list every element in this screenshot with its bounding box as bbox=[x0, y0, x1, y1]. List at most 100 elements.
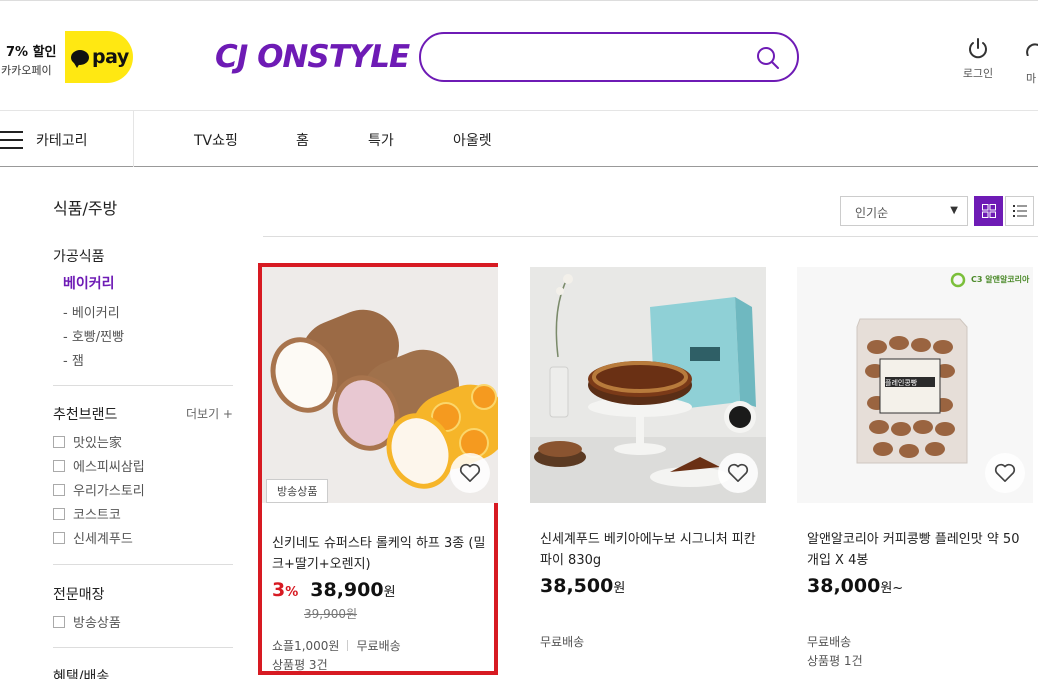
sidebar-sub-hoppang[interactable]: - 호빵/찐빵 bbox=[63, 326, 124, 345]
search-input[interactable] bbox=[441, 44, 741, 70]
brand-checkbox[interactable]: 맛있는家 bbox=[53, 432, 122, 451]
grid-icon bbox=[981, 204, 996, 218]
sidebar-divider bbox=[53, 385, 233, 386]
sidebar-group[interactable]: 가공식품 bbox=[53, 246, 105, 266]
product-image[interactable]: C3 알앤알코리아 플레인콩빵 bbox=[797, 267, 1033, 503]
sidebar-sub-bakery[interactable]: - 베이커리 bbox=[63, 302, 120, 321]
brand-label: 신세계푸드 bbox=[73, 532, 133, 547]
checkbox-icon[interactable] bbox=[53, 435, 65, 448]
wishlist-button[interactable] bbox=[450, 453, 490, 493]
wishlist-button[interactable] bbox=[985, 453, 1025, 493]
discount-unit: % bbox=[285, 585, 299, 600]
price-row: 38,000 원~ bbox=[807, 575, 903, 597]
list-icon bbox=[1012, 205, 1027, 217]
site-header: 7% 할인 카카오페이 pay CJ ONSTYLE 로그인 마 bbox=[0, 0, 1038, 110]
brand-checkbox[interactable]: 신세계푸드 bbox=[53, 528, 133, 547]
nav-item-deals[interactable]: 특가 bbox=[368, 130, 394, 150]
brand-label: 코스트코 bbox=[73, 508, 121, 523]
login-button[interactable]: 로그인 bbox=[958, 37, 998, 81]
shipping-label: 무료배송 bbox=[807, 635, 852, 649]
benefit-title: 혜택/배송 bbox=[53, 669, 110, 679]
review-count[interactable]: 상품평 3건 bbox=[272, 656, 328, 673]
product-image[interactable] bbox=[530, 267, 766, 503]
currency-unit: 원~ bbox=[880, 581, 904, 596]
product-card[interactable]: 방송상품 신키네도 슈퍼스타 롤케익 하프 3종 (밀크+딸기+오렌지) 3% … bbox=[258, 263, 498, 675]
sidebar-active-category[interactable]: 베이커리 bbox=[63, 273, 115, 293]
discount-rate: 3% bbox=[272, 579, 298, 601]
shipping-label: 무료배송 bbox=[540, 635, 585, 649]
sidebar-divider bbox=[53, 564, 233, 565]
brand-more-link[interactable]: 더보기 + bbox=[186, 405, 233, 422]
heart-icon bbox=[994, 463, 1016, 482]
checkbox-icon[interactable] bbox=[53, 531, 65, 544]
brand-checkbox[interactable]: 코스트코 bbox=[53, 504, 121, 523]
category-button[interactable]: 카테고리 bbox=[36, 130, 88, 150]
product-image[interactable]: 방송상품 bbox=[262, 267, 498, 503]
power-icon bbox=[969, 38, 987, 59]
broadcast-badge: 방송상품 bbox=[266, 479, 329, 503]
brand-label: 우리가스토리 bbox=[73, 484, 145, 499]
kakao-bubble-icon bbox=[71, 49, 89, 68]
brand-label: 에스피씨삼립 bbox=[73, 460, 145, 475]
main-nav: 카테고리 TV쇼핑 홈 특가 아울렛 bbox=[0, 110, 1038, 167]
checkbox-icon[interactable] bbox=[53, 483, 65, 496]
points-label: 쇼플1,000원 bbox=[272, 639, 340, 653]
product-card[interactable]: C3 알앤알코리아 플레인콩빵 알앤알코리아 커피콩빵 플레인맛 약 50개입 … bbox=[797, 267, 1037, 679]
checkbox-icon[interactable] bbox=[53, 507, 65, 520]
wishlist-button[interactable] bbox=[718, 453, 758, 493]
price-row: 38,500 원 bbox=[540, 575, 625, 597]
discount-value: 3 bbox=[272, 579, 286, 601]
original-price: 39,900원 bbox=[304, 607, 358, 621]
sale-price: 38,500 bbox=[540, 575, 614, 597]
list-view-button[interactable] bbox=[1005, 196, 1034, 226]
sidebar-sub-jam[interactable]: - 잼 bbox=[63, 350, 84, 369]
price-row: 3% 38,900 원 bbox=[272, 579, 396, 601]
package-label: 플레인콩빵 bbox=[885, 379, 918, 387]
brand-checkbox[interactable]: 에스피씨삼립 bbox=[53, 456, 145, 475]
mypage-label: 마 bbox=[1026, 72, 1037, 85]
nav-item-tv-shopping[interactable]: TV쇼핑 bbox=[194, 130, 238, 150]
toolbar-divider bbox=[263, 236, 1038, 237]
user-icon bbox=[1026, 43, 1038, 57]
mypage-button[interactable]: 마 bbox=[1026, 41, 1038, 86]
sale-price: 38,000 bbox=[807, 575, 881, 597]
special-label: 방송상품 bbox=[73, 616, 121, 631]
nav-item-outlet[interactable]: 아울렛 bbox=[453, 130, 492, 150]
sale-price: 38,900 bbox=[310, 579, 384, 601]
checkbox-icon[interactable] bbox=[53, 615, 65, 628]
login-label: 로그인 bbox=[962, 67, 994, 80]
product-meta: 무료배송 bbox=[807, 633, 851, 650]
sidebar-divider bbox=[53, 647, 233, 648]
site-logo[interactable]: CJ ONSTYLE bbox=[215, 39, 410, 75]
kakao-pay-text: pay bbox=[92, 46, 129, 68]
heart-icon bbox=[459, 463, 481, 482]
heart-icon bbox=[727, 463, 749, 482]
kakao-pay-badge[interactable]: pay bbox=[65, 31, 133, 83]
search-bar[interactable] bbox=[419, 32, 799, 82]
sort-select[interactable]: 인기순 ▼ bbox=[840, 196, 968, 226]
nav-item-home[interactable]: 홈 bbox=[296, 130, 309, 150]
chevron-down-icon: ▼ bbox=[950, 205, 958, 216]
product-name[interactable]: 신세계푸드 베키아에누보 시그니처 피칸파이 830g bbox=[540, 529, 760, 571]
product-meta: 쇼플1,000원 무료배송 bbox=[272, 637, 401, 654]
search-icon[interactable] bbox=[756, 46, 780, 70]
kakaopay-promo[interactable]: 7% 할인 카카오페이 bbox=[0, 41, 60, 78]
product-name[interactable]: 신키네도 슈퍼스타 롤케익 하프 3종 (밀크+딸기+오렌지) bbox=[272, 533, 492, 575]
currency-unit: 원 bbox=[613, 581, 626, 596]
meta-separator bbox=[347, 640, 349, 651]
product-meta: 무료배송 bbox=[540, 633, 584, 650]
currency-unit: 원 bbox=[383, 585, 396, 600]
sidebar-title[interactable]: 식품/주방 bbox=[53, 195, 117, 219]
nav-divider bbox=[133, 111, 134, 167]
product-card[interactable]: 신세계푸드 베키아에누보 시그니처 피칸파이 830g 38,500 원 무료배… bbox=[530, 267, 770, 679]
brand-label: 맛있는家 bbox=[73, 436, 122, 451]
product-name[interactable]: 알앤알코리아 커피콩빵 플레인맛 약 50개입 X 4봉 bbox=[807, 529, 1027, 571]
brand-checkbox[interactable]: 우리가스토리 bbox=[53, 480, 145, 499]
checkbox-icon[interactable] bbox=[53, 459, 65, 472]
review-count[interactable]: 상품평 1건 bbox=[807, 652, 863, 669]
grid-view-button[interactable] bbox=[974, 196, 1003, 226]
menu-icon[interactable] bbox=[0, 131, 24, 149]
shipping-label: 무료배송 bbox=[356, 639, 401, 653]
special-checkbox[interactable]: 방송상품 bbox=[53, 612, 121, 631]
promo-label: 카카오페이 bbox=[1, 64, 52, 77]
